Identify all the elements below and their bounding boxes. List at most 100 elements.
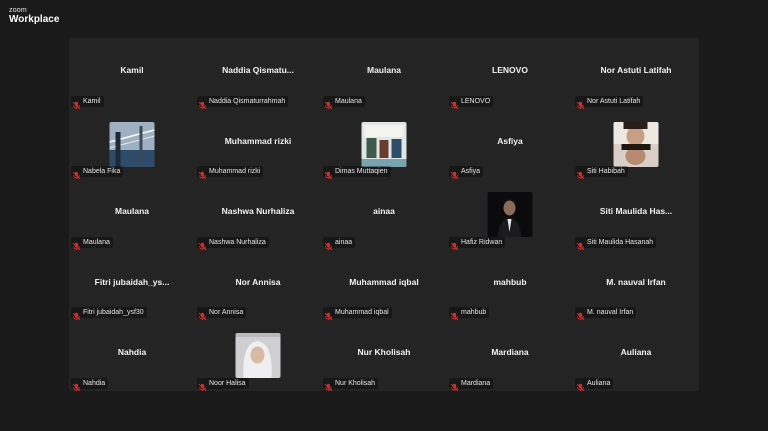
participant-tile[interactable]: Kamil Kamil: [69, 38, 195, 109]
participant-tile[interactable]: mahbub mahbub: [447, 250, 573, 321]
participant-label-text: Nabela Fika: [83, 168, 121, 176]
participant-tile[interactable]: Hafiz Ridwan: [447, 179, 573, 250]
participant-tile[interactable]: Naddia Qismatu... Naddia Qismaturrahmah: [195, 38, 321, 109]
participant-name-label: Asfiya: [449, 166, 484, 180]
participant-label-text: Muhammad iqbal: [335, 309, 389, 317]
participant-tile[interactable]: Asfiya Asfiya: [447, 109, 573, 180]
participant-tile[interactable]: Mardiana Mardiana: [447, 320, 573, 391]
participant-tile[interactable]: Maulana Maulana: [69, 179, 195, 250]
participant-label-text: Nahdia: [83, 379, 106, 387]
participant-label-text: M. nauval Irfan: [587, 309, 634, 317]
participant-tile[interactable]: Nahdia Nahdia: [69, 320, 195, 391]
participant-name-label: mahbub: [449, 307, 490, 321]
participant-tile[interactable]: Siti Maulida Has... Siti Maulida Hasanah: [573, 179, 699, 250]
participant-label-text: Fitri jubaidah_ysf30: [83, 309, 144, 317]
participant-tile[interactable]: Siti Habibah: [573, 109, 699, 180]
muted-mic-icon: [324, 238, 333, 250]
participant-name-label: Muhammad rizki: [197, 166, 264, 180]
muted-mic-icon: [576, 379, 585, 391]
participant-name-label: Siti Maulida Hasanah: [575, 236, 657, 250]
participant-name-label: Nor Annisa: [197, 307, 247, 321]
participant-label-text: Naddia Qismaturrahmah: [209, 97, 286, 105]
participant-display-name: M. nauval Irfan: [606, 276, 666, 287]
participant-label-text: Asfiya: [461, 168, 481, 176]
participant-name-label: Nabela Fika: [71, 166, 124, 180]
participant-label-text: Auliana: [587, 379, 611, 387]
participant-display-name: Auliana: [620, 347, 652, 358]
participant-display-name: Nor Astuti Latifah: [600, 65, 672, 75]
participant-display-name: Naddia Qismatu...: [222, 65, 294, 75]
participant-display-name: Nor Annisa: [235, 276, 281, 287]
muted-mic-icon: [198, 308, 207, 321]
participant-tile[interactable]: Nur Kholisah Nur Kholisah: [321, 320, 447, 391]
participant-display-name: Muhammad rizki: [224, 135, 292, 146]
participant-name-label: Fitri jubaidah_ysf30: [71, 307, 147, 321]
muted-mic-icon: [72, 167, 81, 180]
participant-name-label: Nor Astuti Latifah: [575, 95, 644, 109]
muted-mic-icon: [324, 308, 333, 321]
participant-tile[interactable]: Muhammad iqbal Muhammad iqbal: [321, 250, 447, 321]
participant-display-name: Nur Kholisah: [357, 347, 411, 358]
muted-mic-icon: [324, 97, 333, 109]
participant-display-name: Maulana: [114, 206, 149, 217]
participant-display-name: Maulana: [366, 65, 401, 75]
muted-mic-icon: [576, 97, 585, 109]
participant-tile[interactable]: Fitri jubaidah_ys... Fitri jubaidah_ysf30: [69, 250, 195, 321]
participant-display-name: Nashwa Nurhaliza: [221, 206, 295, 217]
participant-name-label: Maulana: [71, 236, 113, 250]
participant-name-label: Muhammad iqbal: [323, 307, 392, 321]
participant-tile[interactable]: Nashwa Nurhaliza Nashwa Nurhaliza: [195, 179, 321, 250]
participant-display-name: Siti Maulida Has...: [599, 206, 673, 217]
participant-label-text: Muhammad rizki: [209, 168, 261, 176]
participant-label-text: Dimas Muttaqien: [335, 168, 388, 176]
brand-zoom-text: zoom: [9, 7, 27, 14]
participant-name-label: Dimas Muttaqien: [323, 166, 391, 180]
participant-label-text: Siti Habibah: [587, 168, 625, 176]
participant-label-text: Nur Kholisah: [335, 379, 376, 387]
participant-video: [109, 121, 155, 167]
participant-tile[interactable]: Muhammad rizki Muhammad rizki: [195, 109, 321, 180]
participant-tile[interactable]: Auliana Auliana: [573, 320, 699, 391]
participant-label-text: mahbub: [461, 309, 487, 317]
muted-mic-icon: [450, 238, 459, 250]
participant-tile[interactable]: Maulana Maulana: [321, 38, 447, 109]
participant-tile[interactable]: LENOVO LENOVO: [447, 38, 573, 109]
participant-label-text: Nor Annisa: [209, 309, 244, 317]
muted-mic-icon: [450, 167, 459, 180]
participant-display-name: Fitri jubaidah_ys...: [94, 276, 170, 287]
participant-name-label: Kamil: [71, 95, 104, 109]
participant-label-text: Maulana: [83, 238, 110, 246]
participant-tile[interactable]: M. nauval Irfan M. nauval Irfan: [573, 250, 699, 321]
participant-tile[interactable]: ainaa ainaa: [321, 179, 447, 250]
participant-tile[interactable]: Nabela Fika: [69, 109, 195, 180]
participant-name-label: ainaa: [323, 236, 356, 250]
participant-name-label: Nur Kholisah: [323, 377, 379, 391]
participant-tile[interactable]: Dimas Muttaqien: [321, 109, 447, 180]
brand-workplace-text: Workplace: [9, 14, 60, 25]
participant-name-label: Naddia Qismaturrahmah: [197, 95, 289, 109]
gallery-view: Kamil Kamil Naddia Qismatu... Naddia Qismat…: [69, 38, 699, 391]
muted-mic-icon: [576, 238, 585, 250]
participant-label-text: ainaa: [335, 238, 353, 246]
participant-name-label: Hafiz Ridwan: [449, 236, 506, 250]
participant-tile[interactable]: Nor Astuti Latifah Nor Astuti Latifah: [573, 38, 699, 109]
participant-display-name: Kamil: [120, 65, 144, 75]
muted-mic-icon: [72, 379, 81, 391]
participant-tile[interactable]: Noor Halisa: [195, 320, 321, 391]
muted-mic-icon: [198, 238, 207, 250]
muted-mic-icon: [576, 308, 585, 321]
participant-name-label: LENOVO: [449, 95, 494, 109]
participant-label-text: Hafiz Ridwan: [461, 238, 503, 246]
muted-mic-icon: [324, 379, 333, 391]
muted-mic-icon: [450, 379, 459, 391]
participant-display-name: ainaa: [373, 206, 395, 217]
top-bar: zoom Workplace: [0, 0, 768, 30]
muted-mic-icon: [198, 97, 207, 109]
participant-name-label: Nahdia: [71, 377, 109, 391]
muted-mic-icon: [72, 238, 81, 250]
participant-tile[interactable]: Nor Annisa Nor Annisa: [195, 250, 321, 321]
participant-label-text: Kamil: [83, 97, 101, 105]
muted-mic-icon: [324, 167, 333, 180]
participant-display-name: mahbub: [493, 276, 527, 287]
muted-mic-icon: [198, 379, 207, 391]
